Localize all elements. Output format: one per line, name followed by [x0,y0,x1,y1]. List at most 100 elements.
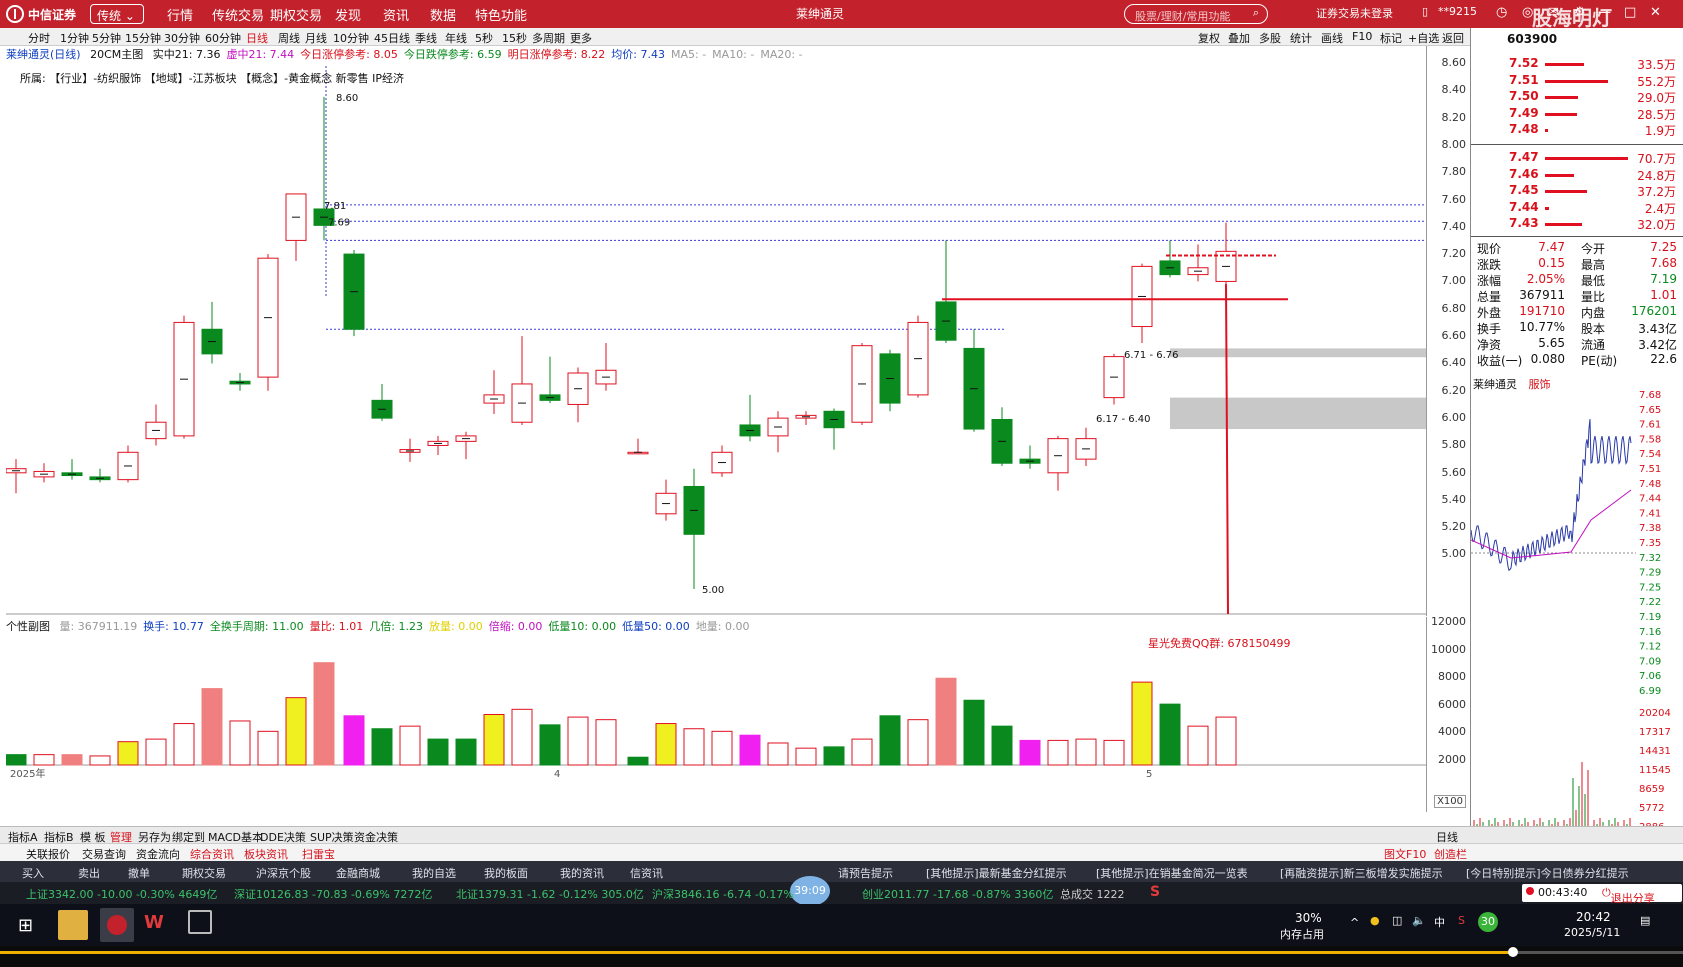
close-icon[interactable]: ✕ [1650,5,1661,20]
menu-item-data[interactable]: 数据 [430,5,456,24]
video-progress[interactable] [0,946,1683,967]
price-axis-label: 6.80 [1441,301,1467,315]
info-tab[interactable]: 扫雷宝 [302,846,335,862]
exit-share-button[interactable]: ⏻ 退出分享 [1602,886,1655,905]
trade-shortcut[interactable]: 金融商城 [336,865,380,881]
tool-button[interactable]: 标记 [1380,30,1402,46]
period-tab[interactable]: 年线 [445,30,467,46]
notification-icon[interactable]: ▤ [1640,914,1650,927]
menu-item-features[interactable]: 特色功能 [475,5,527,24]
tool-button[interactable]: 多股 [1259,30,1281,46]
order-book-bar [1545,112,1578,116]
sogou-icon[interactable]: S [1458,914,1465,927]
info-tab-right[interactable]: 图文F10 [1384,846,1426,862]
index-quote[interactable]: 北证1379.31 -1.62 -0.12% 305.0亿 [456,886,644,902]
info-tab[interactable]: 资金流向 [136,846,180,862]
app-window-icon[interactable] [188,910,212,934]
trade-shortcut[interactable]: 我的板面 [484,865,528,881]
period-tab[interactable]: 5秒 [475,30,493,46]
network-icon[interactable]: ◫ [1392,914,1402,927]
period-tab[interactable]: 10分钟 [333,30,369,46]
info-tab[interactable]: 关联报价 [26,846,70,862]
volume-bar [1075,738,1097,766]
tool-button[interactable]: 统计 [1290,30,1312,46]
news-ticker-item[interactable]: [其他提示]最新基金分红提示 [926,865,1067,881]
period-tab[interactable]: 1分钟 [60,30,89,46]
period-tab[interactable]: 季线 [415,30,437,46]
period-tab[interactable]: 15秒 [502,30,527,46]
info-tab[interactable]: 交易查询 [82,846,126,862]
menu-item-news[interactable]: 资讯 [383,5,409,24]
period-tab[interactable]: 周线 [278,30,300,46]
login-status[interactable]: 证券交易未登录 [1316,5,1393,21]
index-quote[interactable]: 总成交 1222 [1060,886,1125,902]
tool-button[interactable]: 复权 [1198,30,1220,46]
broker-app-icon[interactable] [100,908,134,942]
trade-shortcut[interactable]: 卖出 [78,865,100,881]
trade-shortcut[interactable]: 沪深京个股 [256,865,311,881]
wps-icon[interactable]: W [144,912,164,933]
sogou-ime-icon[interactable]: S [1150,884,1160,900]
clock-icon[interactable]: ◷ [1496,5,1507,20]
windows-start-icon[interactable]: ⊞ [18,915,33,936]
index-quote[interactable]: 创业2011.77 -17.68 -0.87% 3360亿 [862,886,1053,902]
account-number[interactable]: **9215 [1438,5,1477,18]
period-tab[interactable]: 60分钟 [205,30,241,46]
info-tab-right[interactable]: 创造栏 [1434,846,1467,862]
ime-icon[interactable]: 中 [1434,914,1445,930]
trade-shortcut[interactable]: 期权交易 [182,865,226,881]
period-tab[interactable]: 45日线 [374,30,410,46]
news-ticker-item[interactable]: [再融资提示]新三板增发实施提示 [1280,865,1443,881]
menu-item-trade[interactable]: 传统交易 [212,5,264,24]
maximize-icon[interactable]: □ [1624,5,1636,20]
timer-bubble[interactable]: 39:09 [790,876,830,906]
news-ticker-item[interactable]: 请预告提示 [838,865,893,881]
tool-button[interactable]: +自选 [1408,30,1439,46]
period-tab[interactable]: 月线 [305,30,327,46]
resistance-zone-2 [1170,397,1426,430]
mode-select[interactable]: 传统 ⌄ [90,4,144,24]
intraday-mini-chart[interactable]: 7.68 7.65 7.61 7.58 7.54 7.51 7.48 7.44 7.41 7.38… [1471,390,1683,830]
tool-button[interactable]: 画线 [1321,30,1343,46]
menu-item-discover[interactable]: 发现 [335,5,361,24]
tray-app-icon[interactable]: ● [1370,914,1380,927]
order-book-volume: 1.9万 [1644,124,1676,138]
menu-item-hangqing[interactable]: 行情 [167,5,193,24]
chevron-down-icon: ⌄ [124,9,135,23]
menu-item-option[interactable]: 期权交易 [270,5,322,24]
period-tab[interactable]: 分时 [28,30,50,46]
period-tab[interactable]: 5分钟 [92,30,121,46]
trade-shortcut[interactable]: 买入 [22,865,44,881]
chevron-up-icon[interactable]: ^ [1350,916,1359,929]
trade-shortcut[interactable]: 我的资讯 [560,865,604,881]
trade-shortcut[interactable]: 撤单 [128,865,150,881]
search-input[interactable]: 股票/理财/常用功能 ⌕ [1124,4,1268,24]
tool-button[interactable]: F10 [1352,30,1372,43]
period-tab-active[interactable]: 日线 [246,30,268,46]
news-ticker-item[interactable]: [其他提示]在销基金简况一览表 [1096,865,1248,881]
mini-price-label: 6.99 [1639,686,1661,697]
tool-button[interactable]: 叠加 [1228,30,1250,46]
index-quote[interactable]: 沪深3846.16 -6.74 -0.17% [652,886,794,902]
period-tab-more[interactable]: 更多 [570,30,592,46]
progress-handle[interactable] [1508,947,1518,957]
kline-chart[interactable]: 8.60 7.81 7.69 5.00 6.71 - 6.76 6.17 - 6.40 [6,46,1426,616]
trade-shortcut[interactable]: 我的自选 [412,865,456,881]
order-book-row: 7.46 24.8万 [1471,167,1683,183]
tray-badge[interactable]: 30 [1478,912,1498,932]
index-quote[interactable]: 上证3342.00 -10.00 -0.30% 4649亿 [26,886,217,902]
quote-label: 涨幅 [1477,274,1502,288]
volume-bar [427,738,449,766]
volume-icon[interactable]: 🔈 [1412,914,1426,927]
news-ticker-item[interactable]: [今日特别提示]今日债券分红提示 [1466,865,1629,881]
file-explorer-icon[interactable] [58,910,88,940]
info-tab[interactable]: 综合资讯 [190,846,234,862]
tool-button[interactable]: 返回 [1442,30,1464,46]
period-tab[interactable]: 多周期 [532,30,565,46]
period-tab[interactable]: 30分钟 [164,30,200,46]
index-quote[interactable]: 深证10126.83 -70.83 -0.69% 7272亿 [234,886,432,902]
info-tab[interactable]: 板块资讯 [244,846,288,862]
period-tab[interactable]: 15分钟 [125,30,161,46]
trade-shortcut[interactable]: 信资讯 [630,865,663,881]
volume-bar [229,720,251,766]
